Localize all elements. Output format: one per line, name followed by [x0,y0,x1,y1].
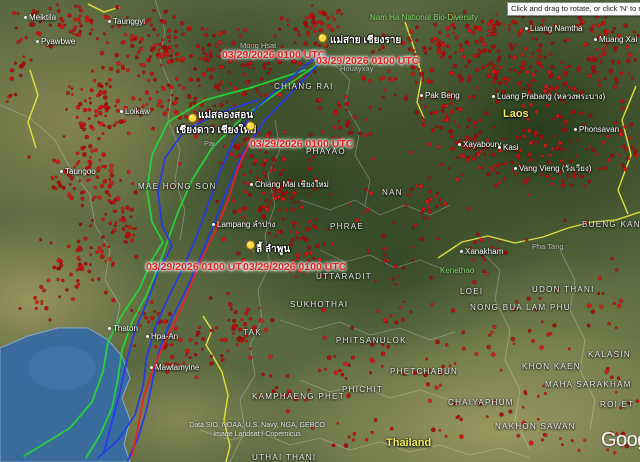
town-label: Luang Prabang (หลวงพระบาง) [492,93,605,101]
town-label: Meiktila [24,14,56,22]
region-label: ROI ET [600,401,634,409]
trajectory-time-label: 03/29/2026 0100 UTC [146,262,249,273]
place-dot-icon [514,167,517,170]
place-dot-icon [146,335,149,338]
place-dot-icon [525,27,528,30]
pushpin-icon[interactable] [245,120,261,136]
place-dot-icon [36,40,39,43]
town-label-minor: Pha Tang [532,243,564,251]
placemark-label: ลี้ ลำพูน [256,245,290,255]
trajectory-time-label: 03/29/2026 0100 UTC [316,56,419,67]
town-label: Phonsavan [574,126,619,134]
town-label: Loikaw [120,108,150,116]
place-dot-icon [120,110,123,113]
place-dot-icon [574,128,577,131]
pushpin-icon[interactable] [245,239,261,255]
region-label: PHRAE [330,223,364,231]
pushpin-icon[interactable] [187,112,203,128]
town-label: Thaton [108,325,138,333]
region-label: UDON THANI [532,286,595,294]
region-label: KAMPHAENG PHET [252,393,345,401]
region-label: MAHA SARAKHAM [545,381,632,389]
region-label: NAN [382,189,403,197]
place-dot-icon [498,146,501,149]
town-label: Luang Namtha [525,25,582,33]
place-dot-icon [150,366,153,369]
place-dot-icon [458,143,461,146]
placemark-label: แม่สาย เชียงราย [330,36,401,46]
town-label: Lampang ลำปาง [212,221,275,229]
region-label: KHON KAEN [522,363,581,371]
place-dot-icon [420,94,423,97]
earth-map[interactable]: CHIANG RAIMAE HONG SONPHAYAONANPHRAEUTTA… [0,0,640,462]
region-label: UTTARADIT [316,273,372,281]
protected-area-label: Nam Ha National Bio-Diversity [370,14,478,22]
place-dot-icon [250,183,253,186]
region-label: MAE HONG SON [138,183,217,191]
attribution-line2: Image Landsat / Copernicus [172,431,342,440]
town-label: Muang Xai [594,36,637,44]
town-label: Mawlamyine [150,364,199,372]
region-label: SUKHOTHAI [290,301,348,309]
trajectory-time-label: 03/29/2026 0100 UTC [243,262,346,273]
place-dot-icon [594,38,597,41]
protected-area-label: Kenethao [440,267,474,275]
town-label: Chiang Mai เชียงใหม่ [250,181,329,189]
town-label-minor: Pai [204,140,215,148]
region-label: BUENG KAN [582,221,640,229]
town-label: Xayaboury [458,141,501,149]
place-dot-icon [108,327,111,330]
region-label: KALASIN [588,351,631,359]
trajectory-time-label: 03/29/2026 0100 UTC [250,139,353,150]
region-label: UTHAI THANI [252,454,316,462]
region-label: PHETCHABUN [390,368,458,376]
place-dot-icon [212,223,215,226]
place-dot-icon [60,170,63,173]
rotate-hint-tooltip: Click and drag to rotate, or click 'N' t… [507,2,640,16]
country-label: Laos [503,109,529,120]
place-dot-icon [24,16,27,19]
region-label: PHICHIT [342,386,383,394]
pushpin-icon[interactable] [317,32,333,48]
region-label: CHAIYAPHUM [448,399,514,407]
town-label: Kasi [498,144,519,152]
region-label: NONG BUA LAM PHU [470,304,571,312]
town-label: Hpa-An [146,333,178,341]
map-attribution: Data SIO, NOAA, U.S. Navy, NGA, GEBCO Im… [172,422,342,440]
trajectory-time-label: 03/29/2026 0100 UTC [222,50,325,61]
town-label: Pyawbwe [36,38,75,46]
town-label: Xanakham [460,248,503,256]
region-label: NAKHON SAWAN [495,423,576,431]
town-label: Pak Beng [420,92,460,100]
town-label: Taungoo [60,168,96,176]
region-label: PHITSANULOK [336,337,407,345]
google-logo: Google [601,429,640,452]
place-dot-icon [108,20,111,23]
place-dot-icon [460,250,463,253]
region-label: TAK [243,329,262,337]
country-label: Thailand [386,438,431,449]
town-label: Taunggyi [108,18,145,26]
place-dot-icon [492,95,495,98]
attribution-line1: Data SIO, NOAA, U.S. Navy, NGA, GEBCO [172,422,342,431]
region-label: CHIANG RAI [274,83,334,91]
region-label: LOEI [460,288,483,296]
town-label: Vang Vieng (วังเวียง) [514,165,591,173]
